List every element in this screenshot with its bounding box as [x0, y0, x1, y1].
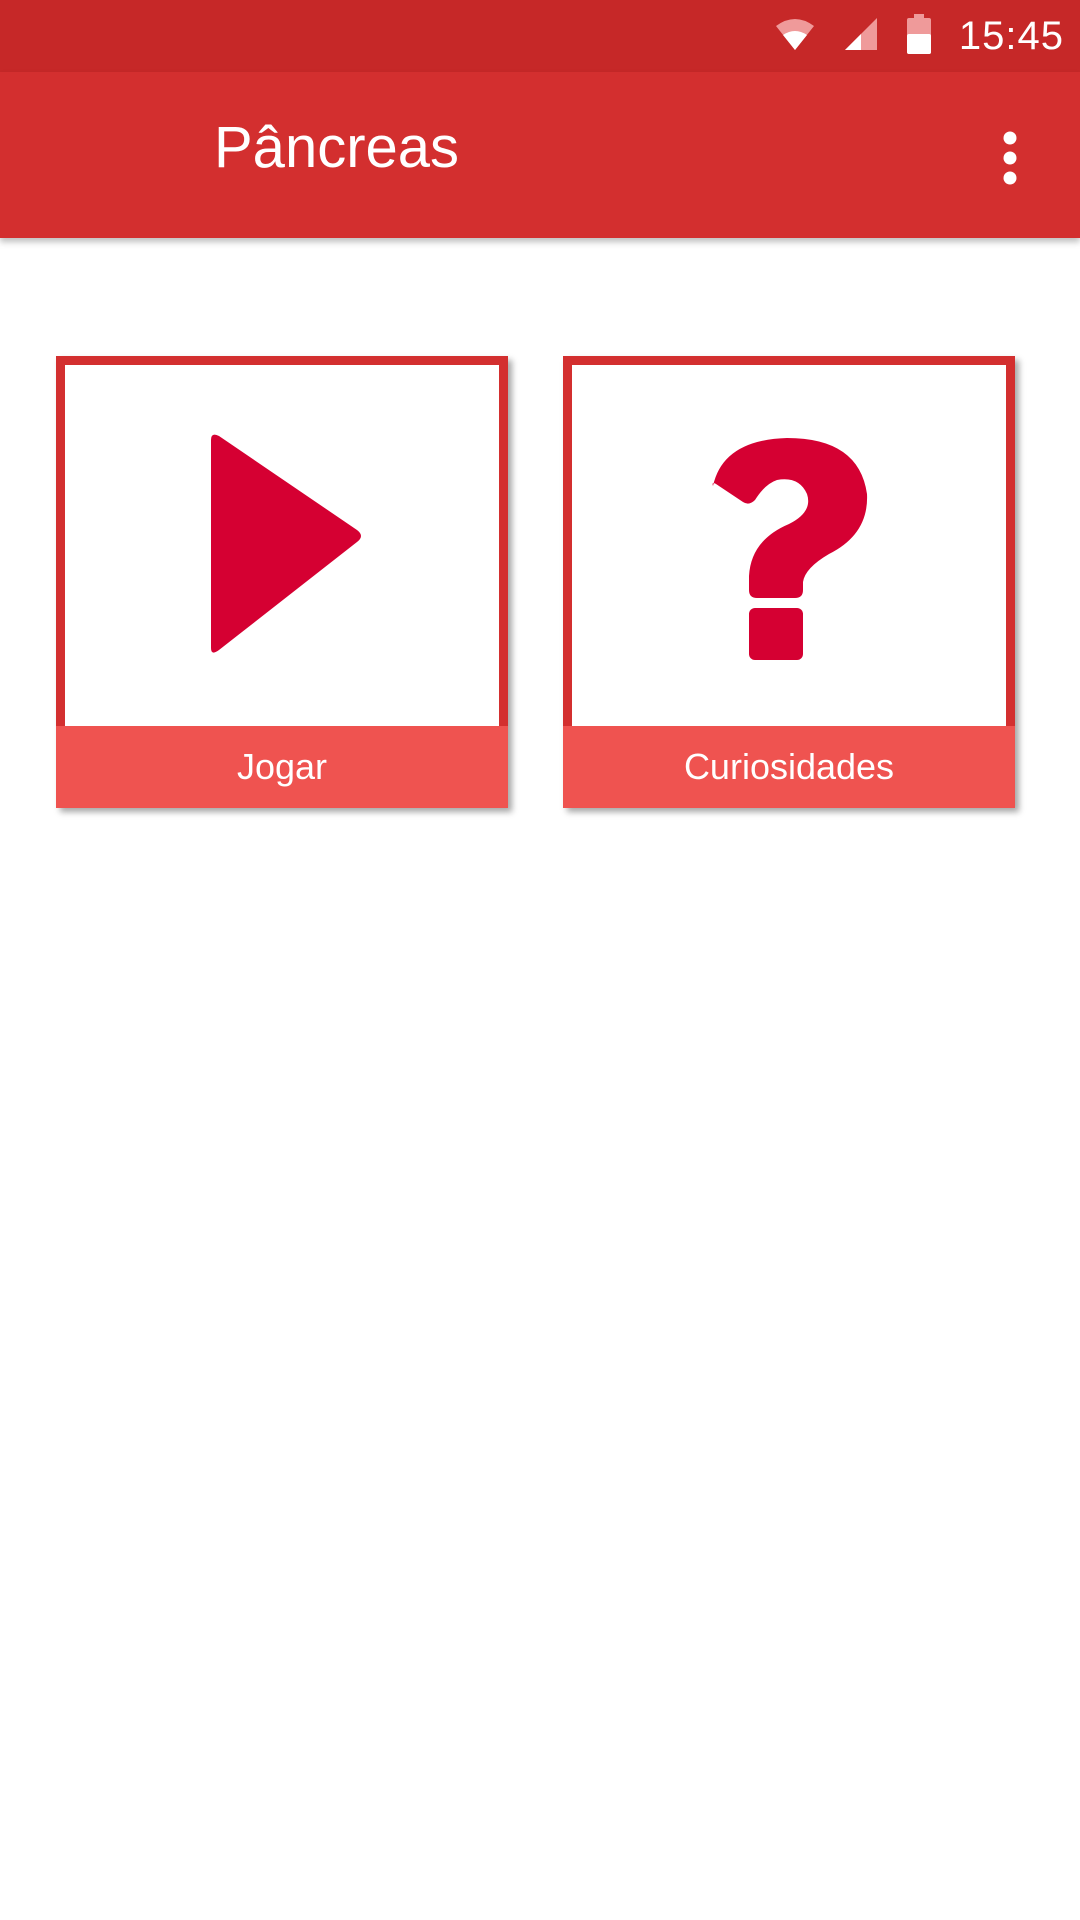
more-vert-icon — [1003, 131, 1017, 185]
play-icon — [211, 434, 361, 653]
status-bar: 15:45 — [0, 0, 1080, 72]
play-tile[interactable]: Jogar — [56, 356, 508, 808]
status-time: 15:45 — [958, 13, 1064, 58]
app-bar: Pâncreas — [0, 72, 1080, 238]
battery-icon — [906, 13, 931, 59]
question-mark-icon — [712, 438, 868, 660]
question-icon-area — [572, 365, 1006, 725]
app-title: Pâncreas — [214, 115, 460, 180]
play-tile-label: Jogar — [56, 726, 508, 808]
wifi-icon — [775, 17, 815, 56]
status-icons: 15:45 — [775, 0, 1064, 72]
play-icon-area — [65, 365, 499, 725]
curiosities-tile[interactable]: Curiosidades — [563, 356, 1015, 808]
overflow-menu-button[interactable] — [982, 126, 1038, 190]
cell-signal-icon — [843, 16, 879, 57]
curiosities-tile-label: Curiosidades — [563, 726, 1015, 808]
